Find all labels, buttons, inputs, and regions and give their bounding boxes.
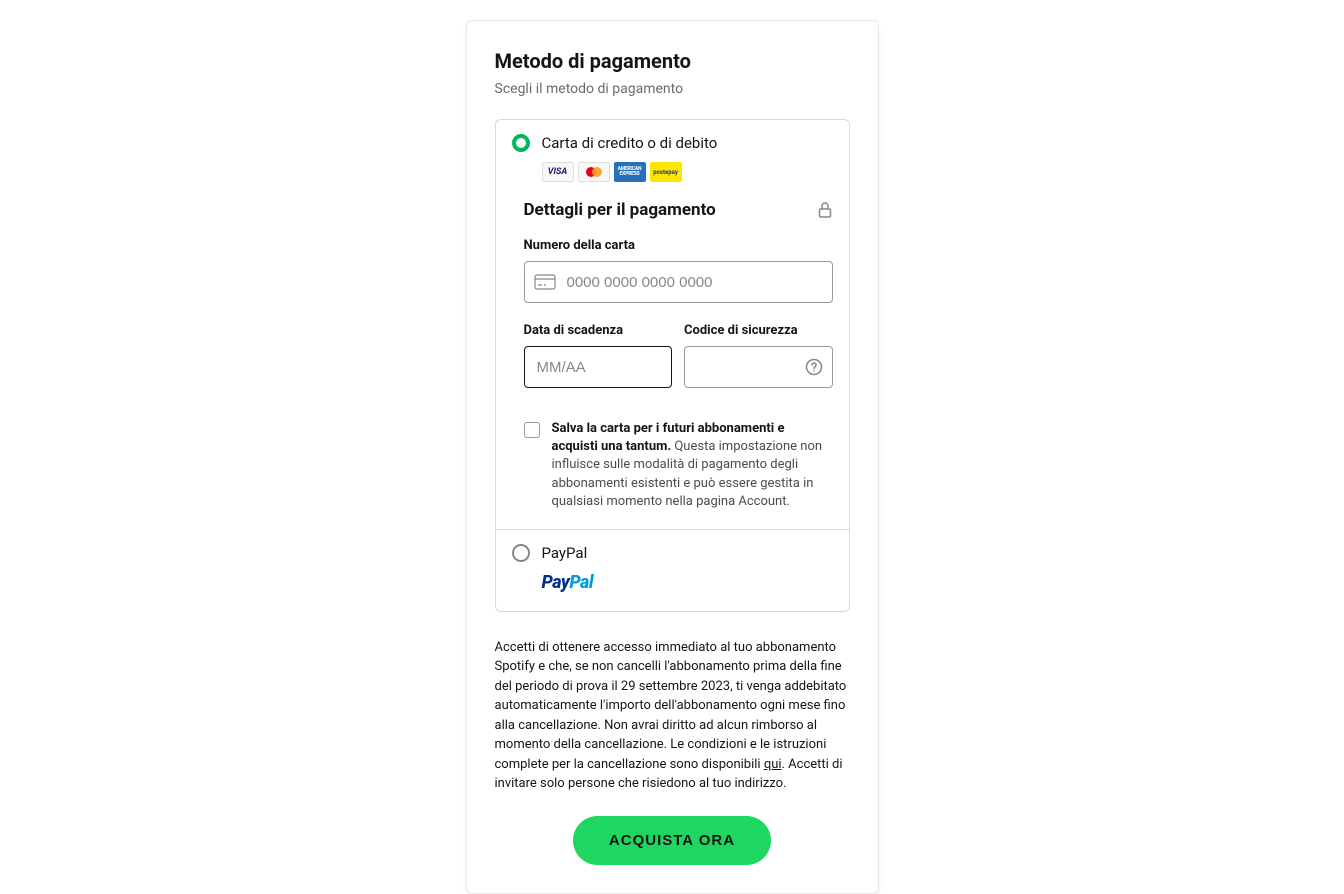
details-title: Dettagli per il pagamento xyxy=(524,200,716,220)
terms-link[interactable]: qui xyxy=(764,757,782,772)
paypal-radio[interactable] xyxy=(512,544,530,562)
terms-before: Accetti di ottenere accesso immediato al… xyxy=(495,640,847,772)
visa-icon: VISA xyxy=(542,162,574,182)
card-option-header: Carta di credito o di debito xyxy=(512,134,833,152)
expiry-field: Data di scadenza xyxy=(524,323,673,388)
card-icon xyxy=(534,274,556,290)
card-option-label: Carta di credito o di debito xyxy=(542,134,718,152)
cvc-label: Codice di sicurezza xyxy=(684,323,833,338)
payment-details: Dettagli per il pagamento Numero della c… xyxy=(524,200,833,511)
expiry-input[interactable] xyxy=(524,346,673,388)
payment-card: Metodo di pagamento Scegli il metodo di … xyxy=(466,20,879,894)
help-icon[interactable] xyxy=(805,358,823,376)
paypal-option-label: PayPal xyxy=(542,544,588,562)
card-number-label: Numero della carta xyxy=(524,238,833,253)
amex-icon: AMERICAN EXPRESS xyxy=(614,162,646,182)
payment-method-paypal[interactable]: PayPal PayPal xyxy=(496,529,849,611)
details-header: Dettagli per il pagamento xyxy=(524,200,833,220)
save-card-row: Salva la carta per i futuri abbonamenti … xyxy=(524,420,833,511)
mastercard-icon xyxy=(578,162,610,182)
payment-method-group: Carta di credito o di debito VISA AMERIC… xyxy=(495,119,850,612)
payment-method-card[interactable]: Carta di credito o di debito VISA AMERIC… xyxy=(496,120,849,529)
paypal-logo-pay: Pay xyxy=(542,572,570,593)
cvc-field: Codice di sicurezza xyxy=(684,323,833,388)
lock-icon xyxy=(817,201,833,219)
card-number-input[interactable] xyxy=(524,261,833,303)
postepay-icon: postepay xyxy=(650,162,682,182)
paypal-option-header: PayPal xyxy=(512,544,833,562)
paypal-logo-icon: PayPal xyxy=(542,572,833,593)
card-number-field: Numero della carta xyxy=(524,238,833,303)
save-card-checkbox[interactable] xyxy=(524,422,540,438)
section-subtitle: Scegli il metodo di pagamento xyxy=(495,81,850,97)
expiry-label: Data di scadenza xyxy=(524,323,673,338)
card-logos: VISA AMERICAN EXPRESS postepay xyxy=(542,162,833,182)
buy-now-button[interactable]: ACQUISTA ORA xyxy=(573,816,771,865)
paypal-logo-pal: Pal xyxy=(569,572,593,593)
terms-text: Accetti di ottenere accesso immediato al… xyxy=(495,638,850,794)
section-title: Metodo di pagamento xyxy=(495,49,850,73)
save-card-text: Salva la carta per i futuri abbonamenti … xyxy=(552,420,833,511)
card-radio[interactable] xyxy=(512,134,530,152)
